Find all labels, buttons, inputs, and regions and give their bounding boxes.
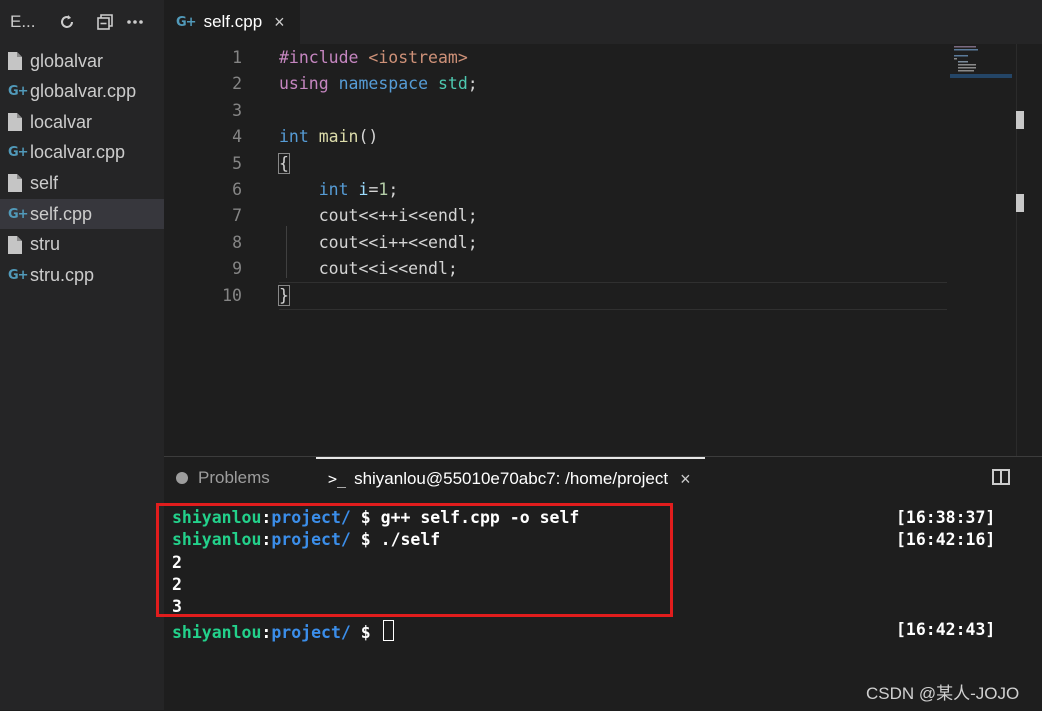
code-line: 4 int main()	[164, 124, 1016, 150]
file-label: globalvar.cpp	[30, 81, 137, 102]
line-number: 8	[232, 232, 242, 252]
file-icon	[8, 235, 30, 254]
file-item[interactable]: G+ globalvar.cpp	[0, 77, 164, 107]
code-text: #include <iostream>	[279, 48, 468, 67]
tab-label: self.cpp	[203, 12, 263, 31]
close-icon[interactable]: ×	[274, 12, 285, 33]
cpp-file-icon: G+	[176, 14, 197, 30]
file-item[interactable]: G+ localvar.cpp	[0, 138, 164, 168]
watermark: CSDN @某人-JOJO	[866, 684, 1020, 703]
terminal-line: shiyanlou:project/ $	[172, 619, 394, 642]
code-line: 8 cout<<i++<<endl;	[164, 230, 1016, 256]
line-number: 10	[222, 285, 242, 305]
highlight-box	[156, 503, 673, 617]
file-label: localvar	[30, 111, 93, 132]
file-item[interactable]: globalvar	[0, 46, 164, 76]
code-line: 5{	[164, 151, 1016, 177]
code-text: int i=1;	[318, 180, 399, 199]
code-text: cout<<++i<<endl;	[279, 206, 478, 226]
code-text: {	[278, 152, 290, 174]
terminal-timestamp: [16:42:43]	[896, 619, 996, 639]
code-line: 10}	[164, 283, 1016, 309]
code-text: int main()	[279, 127, 379, 147]
line-number: 9	[232, 259, 242, 279]
code-text: using namespace std;	[279, 74, 478, 94]
terminal-icon: >_	[328, 470, 347, 488]
code-line: 2 using namespace std;	[164, 71, 1016, 97]
cpp-file-icon: G+	[8, 84, 29, 100]
explorer-header: E...	[0, 0, 164, 44]
panel-tabs: Problems >_ shiyanlou@55010e70abc7: /hom…	[164, 457, 1042, 499]
code-editor[interactable]: 1 #include <iostream> 2 using namespace std…	[164, 44, 1016, 456]
file-item[interactable]: G+ stru.cpp	[0, 260, 164, 290]
explorer-sidebar: E... globalvar G+ globalvar.cpp localvar G+ l…	[0, 0, 164, 710]
file-label: self	[30, 172, 59, 193]
tab-problems[interactable]: Problems	[176, 457, 270, 499]
code-line: 7 cout<<++i<<endl;	[164, 203, 1016, 229]
line-number: 2	[232, 74, 242, 94]
file-label: globalvar	[30, 50, 104, 71]
code-line: 6 int i=1;	[164, 177, 1016, 203]
line-number: 3	[232, 100, 242, 120]
tab-terminal[interactable]: >_ shiyanlou@55010e70abc7: /home/project…	[316, 457, 705, 499]
code-line: 3	[164, 98, 1016, 124]
scrollbar-marker	[1016, 194, 1024, 212]
terminal-timestamp: [16:42:16]	[896, 530, 996, 550]
tab-terminal-label: shiyanlou@55010e70abc7: /home/project	[354, 469, 669, 488]
line-number: 4	[232, 127, 242, 147]
refresh-icon[interactable]	[54, 9, 80, 35]
explorer-title: E...	[10, 12, 36, 31]
file-item[interactable]: G+ self.cpp	[0, 199, 164, 229]
file-item[interactable]: self	[0, 168, 164, 198]
line-number: 7	[232, 206, 242, 226]
file-label: stru	[30, 234, 61, 255]
file-label: self.cpp	[30, 203, 93, 224]
line-number: 5	[232, 153, 242, 173]
code-line: 1 #include <iostream>	[164, 45, 1016, 71]
file-item[interactable]: stru	[0, 230, 164, 260]
more-icon[interactable]	[122, 9, 148, 35]
file-icon	[8, 113, 30, 132]
editor-tab-bar: G+ self.cpp ×	[164, 0, 1042, 44]
code-text: cout<<i++<<endl;	[279, 232, 478, 252]
editor-scrollbar[interactable]	[1016, 44, 1031, 456]
code-line: 9 cout<<i<<endl;	[164, 256, 1016, 282]
minimap[interactable]	[950, 44, 1016, 456]
terminal-command: $	[360, 622, 381, 642]
terminal-cursor	[382, 619, 394, 641]
cpp-file-icon: G+	[8, 206, 29, 222]
cpp-file-icon: G+	[8, 145, 29, 161]
scrollbar-thumb[interactable]	[1016, 111, 1024, 129]
line-number: 1	[232, 48, 242, 67]
line-number: 6	[232, 180, 242, 199]
code-text: cout<<i<<endl;	[279, 259, 458, 279]
tab-problems-label: Problems	[198, 468, 270, 487]
cpp-file-icon: G+	[8, 267, 29, 283]
file-label: stru.cpp	[30, 264, 95, 285]
code-text: }	[278, 284, 290, 306]
problems-icon	[176, 472, 188, 484]
file-label: localvar.cpp	[30, 142, 126, 163]
file-item[interactable]: localvar	[0, 107, 164, 137]
collapse-all-icon[interactable]	[92, 9, 118, 35]
file-icon	[8, 174, 30, 193]
close-icon[interactable]: ×	[680, 469, 691, 490]
tab-self-cpp[interactable]: G+ self.cpp ×	[164, 0, 300, 44]
terminal-path: project/	[271, 622, 351, 642]
terminal-timestamp: [16:38:37]	[896, 508, 996, 527]
split-terminal-icon[interactable]	[992, 469, 1010, 485]
file-icon	[8, 52, 30, 70]
terminal-user: shiyanlou	[172, 622, 262, 642]
